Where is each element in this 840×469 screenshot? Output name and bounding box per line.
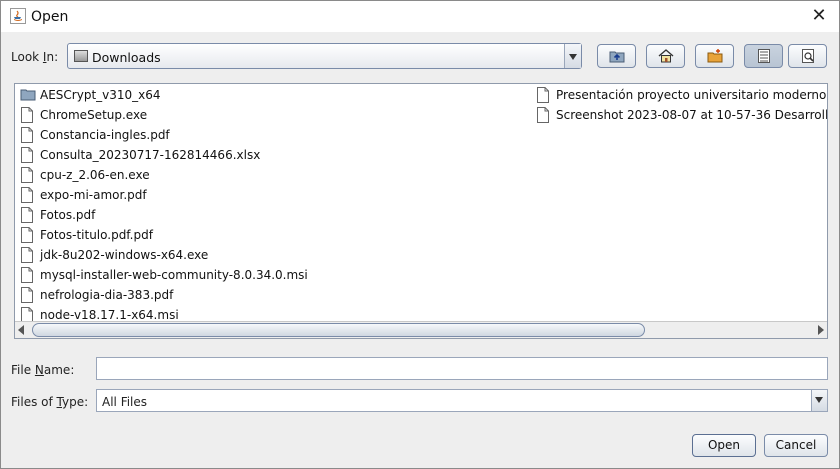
close-icon[interactable]: ✕ xyxy=(807,4,831,28)
look-in-label: Look In: xyxy=(11,50,58,64)
file-icon xyxy=(537,107,549,123)
list-item[interactable]: Fotos-titulo.pdf.pdf xyxy=(20,226,520,244)
file-icon xyxy=(537,87,549,103)
file-name-input[interactable] xyxy=(96,357,828,380)
look-in-combo[interactable]: Downloads xyxy=(67,43,582,69)
file-name: expo-mi-amor.pdf xyxy=(40,188,147,202)
files-of-type-label: Files of Type: xyxy=(11,395,88,409)
files-of-type-label-prefix: Files of xyxy=(11,395,57,409)
list-item[interactable]: ChromeSetup.exe xyxy=(20,106,520,124)
file-name-label-prefix: File xyxy=(11,363,35,377)
list-view-icon xyxy=(758,49,770,63)
file-icon xyxy=(21,167,33,183)
list-item[interactable]: Screenshot 2023-08-07 at 10-57-36 Desarr… xyxy=(536,106,827,124)
file-name: Fotos-titulo.pdf.pdf xyxy=(40,228,153,242)
file-icon xyxy=(21,227,33,243)
open-dialog: Open ✕ Look In: Downloads AESCrypt_v310_… xyxy=(0,0,840,469)
details-view-button[interactable] xyxy=(788,44,827,68)
file-name: cpu-z_2.06-en.exe xyxy=(40,168,150,182)
file-name: nefrologia-dia-383.pdf xyxy=(40,288,174,302)
home-button[interactable] xyxy=(646,44,685,68)
files-of-type-value: All Files xyxy=(102,395,148,409)
file-icon xyxy=(21,187,33,203)
files-of-type-label-suffix: ype: xyxy=(62,395,89,409)
details-view-icon xyxy=(802,49,814,63)
new-folder-button[interactable] xyxy=(695,44,734,68)
horizontal-scrollbar[interactable] xyxy=(15,321,827,338)
scroll-left-icon[interactable] xyxy=(18,325,24,335)
title-bar[interactable]: Open ✕ xyxy=(1,1,839,32)
chevron-down-icon[interactable] xyxy=(811,390,827,411)
file-name: Constancia-ingles.pdf xyxy=(40,128,170,142)
file-name-label-mnemonic: N xyxy=(34,363,44,377)
list-view-button[interactable] xyxy=(744,44,783,68)
list-item[interactable]: Constancia-ingles.pdf xyxy=(20,126,520,144)
new-folder-icon xyxy=(707,49,723,63)
scroll-right-icon[interactable] xyxy=(818,325,824,335)
file-name: AESCrypt_v310_x64 xyxy=(40,88,161,102)
open-button[interactable]: Open xyxy=(692,434,756,457)
file-name: Consulta_20230717-162814466.xlsx xyxy=(40,148,261,162)
java-app-icon xyxy=(10,8,26,24)
file-name: jdk-8u202-windows-x64.exe xyxy=(40,248,209,262)
list-item[interactable]: Presentación proyecto universitario mode… xyxy=(536,86,827,104)
window-title: Open xyxy=(31,9,69,25)
file-icon xyxy=(21,107,33,123)
folder-icon xyxy=(20,89,36,101)
list-item[interactable]: Consulta_20230717-162814466.xlsx xyxy=(20,146,520,164)
home-icon xyxy=(658,49,674,63)
file-name: node-v18.17.1-x64.msi xyxy=(40,308,179,322)
file-icon xyxy=(21,287,33,303)
look-in-label-suffix: n: xyxy=(46,50,59,64)
file-name: Screenshot 2023-08-07 at 10-57-36 Desarr… xyxy=(556,108,827,122)
file-name: mysql-installer-web-community-8.0.34.0.m… xyxy=(40,268,308,282)
file-icon xyxy=(21,207,33,223)
up-one-level-button[interactable] xyxy=(597,44,636,68)
file-name: Fotos.pdf xyxy=(40,208,96,222)
list-item[interactable]: expo-mi-amor.pdf xyxy=(20,186,520,204)
list-item[interactable]: Fotos.pdf xyxy=(20,206,520,224)
list-item[interactable]: mysql-installer-web-community-8.0.34.0.m… xyxy=(20,266,520,284)
look-in-label-prefix: Look xyxy=(11,50,43,64)
file-icon xyxy=(21,147,33,163)
list-item[interactable]: jdk-8u202-windows-x64.exe xyxy=(20,246,520,264)
file-list[interactable]: AESCrypt_v310_x64 ChromeSetup.exe Constanc… xyxy=(14,83,828,339)
file-icon xyxy=(21,267,33,283)
file-name-label: File Name: xyxy=(11,363,74,377)
list-item[interactable]: cpu-z_2.06-en.exe xyxy=(20,166,520,184)
file-name: Presentación proyecto universitario mode… xyxy=(556,88,827,102)
drive-icon xyxy=(74,50,88,62)
folder-up-icon xyxy=(609,51,625,63)
list-item[interactable]: nefrologia-dia-383.pdf xyxy=(20,286,520,304)
chevron-down-icon[interactable] xyxy=(564,44,581,68)
cancel-button[interactable]: Cancel xyxy=(764,434,828,457)
scrollbar-thumb[interactable] xyxy=(32,323,645,337)
file-icon xyxy=(21,247,33,263)
file-name-label-suffix: ame: xyxy=(43,363,75,377)
look-in-value: Downloads xyxy=(92,50,161,65)
file-icon xyxy=(21,127,33,143)
files-of-type-combo[interactable]: All Files xyxy=(96,389,828,412)
list-item[interactable]: AESCrypt_v310_x64 xyxy=(20,86,520,104)
file-name: ChromeSetup.exe xyxy=(40,108,148,122)
